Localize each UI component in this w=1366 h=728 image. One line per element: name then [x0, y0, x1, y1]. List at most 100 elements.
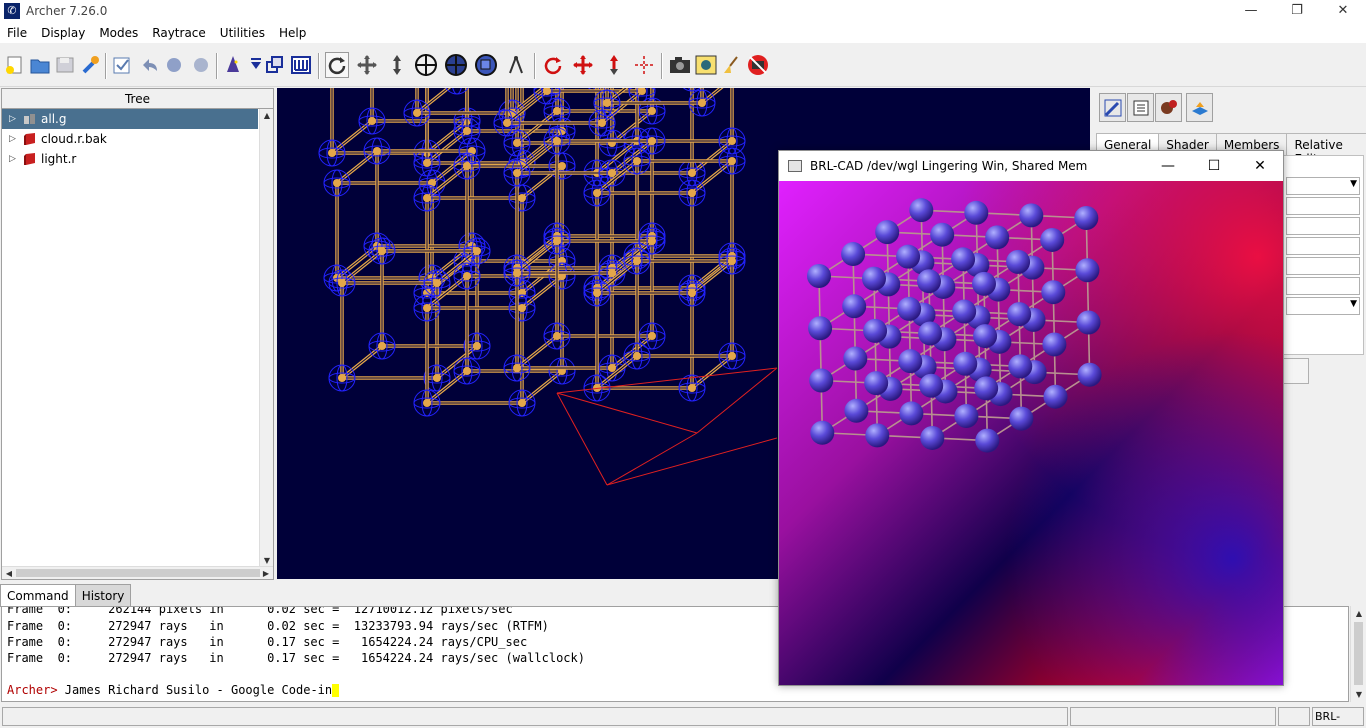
tree-item-cloud-r-bak[interactable]: ▷ cloud.r.bak — [2, 129, 273, 149]
center-view-icon[interactable] — [414, 52, 438, 78]
lattice-sphere — [1006, 249, 1031, 274]
tree-item-light-r[interactable]: ▷ light.r — [2, 149, 273, 169]
lattice-sphere — [897, 296, 922, 321]
lattice-sphere — [1042, 332, 1067, 357]
tab-relative-edit[interactable]: Relative Edit — [1286, 133, 1366, 166]
w-icon[interactable] — [289, 52, 313, 78]
text-view-icon[interactable] — [1127, 93, 1154, 122]
render-close-button[interactable]: ✕ — [1237, 151, 1283, 181]
lattice-sphere — [972, 271, 996, 296]
render-maximize-button[interactable]: ☐ — [1191, 151, 1237, 181]
edit-object-icon[interactable] — [1099, 93, 1126, 122]
apply-button[interactable] — [1281, 358, 1309, 384]
sphere-node — [338, 374, 346, 382]
camera-icon[interactable] — [668, 52, 692, 78]
render-window[interactable]: BRL-CAD /dev/wgl Lingering Win, Shared M… — [778, 150, 1284, 686]
broom-icon[interactable] — [720, 52, 744, 78]
open-folder-icon[interactable] — [28, 52, 52, 78]
lattice-sphere — [1008, 354, 1033, 379]
sphere-node — [423, 399, 431, 407]
menu-help[interactable]: Help — [272, 26, 313, 40]
scroll-left-icon[interactable]: ◀ — [2, 567, 16, 580]
render-minimize-button[interactable]: — — [1145, 151, 1191, 181]
tree-vertical-scrollbar[interactable]: ▲ ▼ — [259, 109, 273, 567]
tree-item-label: all.g — [41, 112, 67, 126]
menu-modes[interactable]: Modes — [92, 26, 145, 40]
tree-item-all-g[interactable]: ▷ all.g — [2, 109, 258, 129]
console-input-line[interactable]: Archer> James Richard Susilo - Google Co… — [7, 683, 340, 697]
wireframe-edge-inner — [701, 88, 722, 104]
scroll-right-icon[interactable]: ▶ — [259, 567, 273, 580]
scroll-up-icon[interactable]: ▲ — [1352, 607, 1366, 620]
material-combo[interactable]: ▼ — [1286, 297, 1360, 315]
raytrace-icon[interactable] — [694, 52, 718, 78]
attribute-field-1[interactable] — [1286, 197, 1360, 215]
scroll-down-icon[interactable]: ▼ — [1352, 688, 1366, 701]
menu-utilities[interactable]: Utilities — [213, 26, 272, 40]
scale-object-icon[interactable] — [602, 52, 626, 78]
lattice-sphere — [808, 316, 833, 341]
close-button[interactable]: ✕ — [1320, 0, 1366, 22]
lattice-sphere — [917, 269, 941, 294]
lattice-sphere — [985, 225, 1010, 250]
gears-icon[interactable] — [1155, 93, 1182, 122]
region-combo[interactable]: ▼ — [1286, 177, 1360, 195]
new-file-icon[interactable] — [3, 52, 27, 78]
sphere-node — [648, 137, 656, 145]
light-outline — [606, 432, 698, 486]
wrench-icon[interactable] — [78, 52, 102, 78]
measure-icon[interactable] — [504, 52, 528, 78]
scroll-up-icon[interactable]: ▲ — [260, 109, 274, 122]
save-icon[interactable] — [53, 52, 77, 78]
scroll-thumb[interactable] — [16, 569, 260, 577]
wireframe-edge — [415, 88, 452, 115]
lattice-sphere — [841, 242, 866, 267]
minimize-button[interactable]: — — [1228, 0, 1274, 22]
attribute-field-3[interactable] — [1286, 237, 1360, 255]
console-line: Frame 0: 262144 pixels in 0.02 sec = 127… — [7, 606, 513, 616]
center-object-icon[interactable] — [632, 52, 656, 78]
menu-file[interactable]: File — [0, 26, 34, 40]
console-scrollbar[interactable]: ▲ ▼ — [1350, 606, 1366, 702]
sphere-node — [698, 99, 706, 107]
undo-icon[interactable] — [137, 52, 161, 78]
translate-object-icon[interactable] — [571, 52, 595, 78]
lattice-sphere — [864, 371, 889, 396]
lattice-sphere — [918, 321, 943, 346]
view-axes-icon[interactable] — [474, 52, 498, 78]
chevron-down-icon: ▼ — [1350, 179, 1357, 189]
stop-icon[interactable] — [746, 52, 770, 78]
lattice-sphere — [842, 294, 867, 319]
expand-arrow-icon[interactable]: ▷ — [9, 154, 19, 164]
render-window-titlebar[interactable]: BRL-CAD /dev/wgl Lingering Win, Shared M… — [779, 151, 1283, 181]
attribute-field-2[interactable] — [1286, 217, 1360, 235]
redo-icon[interactable] — [162, 52, 186, 78]
scale-view-icon[interactable] — [385, 52, 409, 78]
lattice-sphere — [807, 264, 831, 288]
translate-view-icon[interactable] — [355, 52, 379, 78]
tab-command[interactable]: Command — [0, 584, 76, 607]
sphere-node — [558, 162, 566, 170]
blocks-icon[interactable] — [263, 52, 287, 78]
sphere-node — [648, 107, 656, 115]
checkbox-icon[interactable] — [110, 52, 134, 78]
scroll-thumb[interactable] — [1354, 622, 1363, 685]
expand-arrow-icon[interactable]: ▷ — [9, 114, 19, 124]
attribute-field-4[interactable] — [1286, 257, 1360, 275]
layers-icon[interactable] — [1186, 93, 1213, 122]
maximize-button[interactable]: ❐ — [1274, 0, 1320, 22]
rotate-object-icon[interactable] — [541, 52, 565, 78]
tab-history[interactable]: History — [74, 584, 132, 607]
menu-raytrace[interactable]: Raytrace — [145, 26, 213, 40]
console-input[interactable]: James Richard Susilo - Google Code-in — [58, 683, 332, 697]
redo-all-icon[interactable] — [189, 52, 213, 78]
attribute-field-5[interactable] — [1286, 277, 1360, 295]
wizard-icon[interactable] — [221, 52, 245, 78]
model-axes-icon[interactable] — [444, 52, 468, 78]
tree-horizontal-scrollbar[interactable]: ◀ ▶ — [2, 566, 273, 579]
lattice-sphere — [1074, 206, 1099, 231]
rotate-view-icon[interactable] — [325, 52, 349, 78]
sphere-node — [553, 137, 561, 145]
expand-arrow-icon[interactable]: ▷ — [9, 134, 19, 144]
menu-display[interactable]: Display — [34, 26, 92, 40]
